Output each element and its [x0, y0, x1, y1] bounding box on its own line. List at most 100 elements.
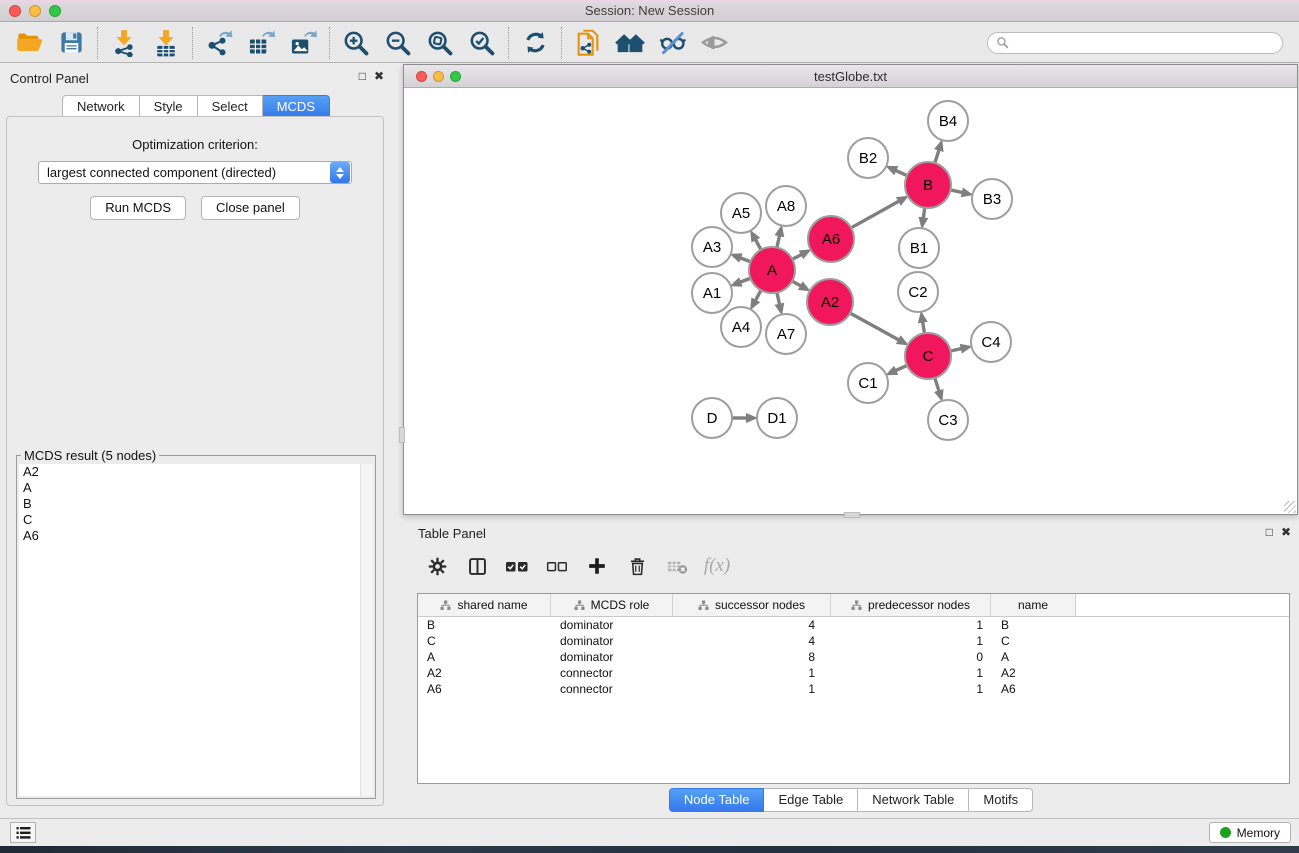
result-scrollbar[interactable] — [360, 464, 373, 796]
close-panel-button[interactable]: Close panel — [201, 196, 300, 220]
criterion-dropdown[interactable]: largest connected component (directed) — [38, 161, 352, 184]
zoom-selected-button[interactable] — [461, 25, 503, 61]
graph-edge-A-A8[interactable] — [777, 235, 780, 247]
graph-edge-A-A7[interactable] — [777, 292, 780, 304]
graph-edge-A-A5[interactable] — [755, 239, 761, 249]
hide-glasses-button[interactable] — [651, 25, 693, 61]
table-cell[interactable]: 1 — [673, 666, 831, 680]
table-cell[interactable]: connector — [551, 666, 673, 680]
graph-node-A4[interactable]: A4 — [721, 307, 761, 347]
graph-edge-B-B2[interactable] — [895, 170, 907, 175]
add-column-button[interactable] — [579, 549, 615, 583]
export-network-button[interactable] — [198, 25, 240, 61]
window-resize-grip[interactable] — [1284, 501, 1296, 513]
float-table-panel-icon[interactable]: □ — [1266, 526, 1273, 538]
select-all-button[interactable] — [499, 549, 535, 583]
table-cell[interactable]: 1 — [673, 682, 831, 696]
splitter-handle-vertical[interactable] — [399, 427, 405, 443]
graph-edge-A-A2[interactable] — [792, 281, 801, 286]
table-row[interactable]: Adominator80A — [418, 649, 1289, 665]
table-cell[interactable]: 4 — [673, 634, 831, 648]
table-cell[interactable]: dominator — [551, 650, 673, 664]
column-header-shared-name[interactable]: shared name — [418, 594, 551, 616]
graph-node-B2[interactable]: B2 — [848, 138, 888, 178]
graph-edge-B-B1[interactable] — [923, 208, 925, 219]
float-panel-icon[interactable]: □ — [359, 70, 366, 82]
table-cell[interactable]: 1 — [831, 634, 991, 648]
graph-edge-A6-B[interactable] — [851, 201, 899, 228]
tab-edge-table[interactable]: Edge Table — [764, 788, 858, 812]
show-hide-button[interactable] — [693, 25, 735, 61]
graph-node-A8[interactable]: A8 — [766, 186, 806, 226]
apply-layout-button[interactable] — [514, 25, 556, 61]
network-canvas[interactable]: B4B2BB3A8A5A6B1A3AA1C2A2A4A7C4CC1C3DD1 — [404, 89, 1297, 514]
column-header-successor-nodes[interactable]: successor nodes — [673, 594, 831, 616]
close-panel-icon[interactable]: ✖ — [374, 70, 384, 82]
memory-button[interactable]: Memory — [1209, 822, 1291, 843]
graph-edge-C-C2[interactable] — [923, 322, 925, 334]
graph-edge-C-C3[interactable] — [935, 378, 939, 391]
graph-node-A[interactable]: A — [749, 247, 795, 293]
graph-edge-C-C4[interactable] — [950, 349, 961, 352]
table-row[interactable]: A2connector11A2 — [418, 665, 1289, 681]
graph-node-B1[interactable]: B1 — [899, 228, 939, 268]
table-cell[interactable]: 1 — [831, 618, 991, 632]
import-table-button[interactable] — [145, 25, 187, 61]
zoom-fit-button[interactable] — [419, 25, 461, 61]
function-builder-button[interactable]: f(x) — [699, 549, 735, 583]
graph-node-C3[interactable]: C3 — [928, 400, 968, 440]
export-image-button[interactable] — [282, 25, 324, 61]
task-history-button[interactable] — [10, 822, 36, 843]
tab-node-table[interactable]: Node Table — [669, 788, 765, 812]
table-cell[interactable]: B — [991, 618, 1076, 632]
table-cell[interactable]: C — [418, 634, 551, 648]
graph-edge-A-A1[interactable] — [740, 278, 751, 282]
table-cell[interactable]: A6 — [991, 682, 1076, 696]
graph-node-D1[interactable]: D1 — [757, 398, 797, 438]
column-header-name[interactable]: name — [991, 594, 1076, 616]
table-row[interactable]: A6connector11A6 — [418, 681, 1289, 697]
zoom-in-button[interactable] — [335, 25, 377, 61]
graph-node-B3[interactable]: B3 — [972, 179, 1012, 219]
graph-node-B[interactable]: B — [905, 162, 951, 208]
save-session-button[interactable] — [50, 25, 92, 61]
table-cell[interactable]: A2 — [418, 666, 551, 680]
graph-edge-A-A3[interactable] — [740, 258, 751, 262]
delete-table-button[interactable] — [659, 549, 695, 583]
graph-node-C4[interactable]: C4 — [971, 322, 1011, 362]
graph-edge-A-A6[interactable] — [792, 254, 801, 259]
graph-edge-B-B4[interactable] — [935, 150, 939, 163]
cybrowser-button[interactable] — [609, 25, 651, 61]
column-header-mcds-role[interactable]: MCDS role — [551, 594, 673, 616]
table-cell[interactable]: 0 — [831, 650, 991, 664]
table-cell[interactable]: 1 — [831, 666, 991, 680]
tab-network-table[interactable]: Network Table — [858, 788, 969, 812]
table-row[interactable]: Bdominator41B — [418, 617, 1289, 633]
graph-node-C1[interactable]: C1 — [848, 363, 888, 403]
table-row[interactable]: Cdominator41C — [418, 633, 1289, 649]
graph-node-A1[interactable]: A1 — [692, 273, 732, 313]
graph-node-A2[interactable]: A2 — [807, 279, 853, 325]
graph-node-D[interactable]: D — [692, 398, 732, 438]
table-cell[interactable]: 4 — [673, 618, 831, 632]
zoom-out-button[interactable] — [377, 25, 419, 61]
graph-node-A6[interactable]: A6 — [808, 216, 854, 262]
table-cell[interactable]: 8 — [673, 650, 831, 664]
graph-edge-A-A4[interactable] — [755, 290, 761, 300]
deselect-all-button[interactable] — [539, 549, 575, 583]
search-field[interactable] — [987, 32, 1283, 54]
table-cell[interactable]: B — [418, 618, 551, 632]
open-session-button[interactable] — [8, 25, 50, 61]
table-cell[interactable]: dominator — [551, 618, 673, 632]
table-cell[interactable]: C — [991, 634, 1076, 648]
graph-node-C2[interactable]: C2 — [898, 272, 938, 312]
show-columns-button[interactable] — [459, 549, 495, 583]
network-file-button[interactable] — [567, 25, 609, 61]
export-table-button[interactable] — [240, 25, 282, 61]
table-cell[interactable]: connector — [551, 682, 673, 696]
graph-node-A5[interactable]: A5 — [721, 193, 761, 233]
graph-node-B4[interactable]: B4 — [928, 101, 968, 141]
table-settings-button[interactable] — [419, 549, 455, 583]
table-cell[interactable]: A — [991, 650, 1076, 664]
column-header-predecessor-nodes[interactable]: predecessor nodes — [831, 594, 991, 616]
